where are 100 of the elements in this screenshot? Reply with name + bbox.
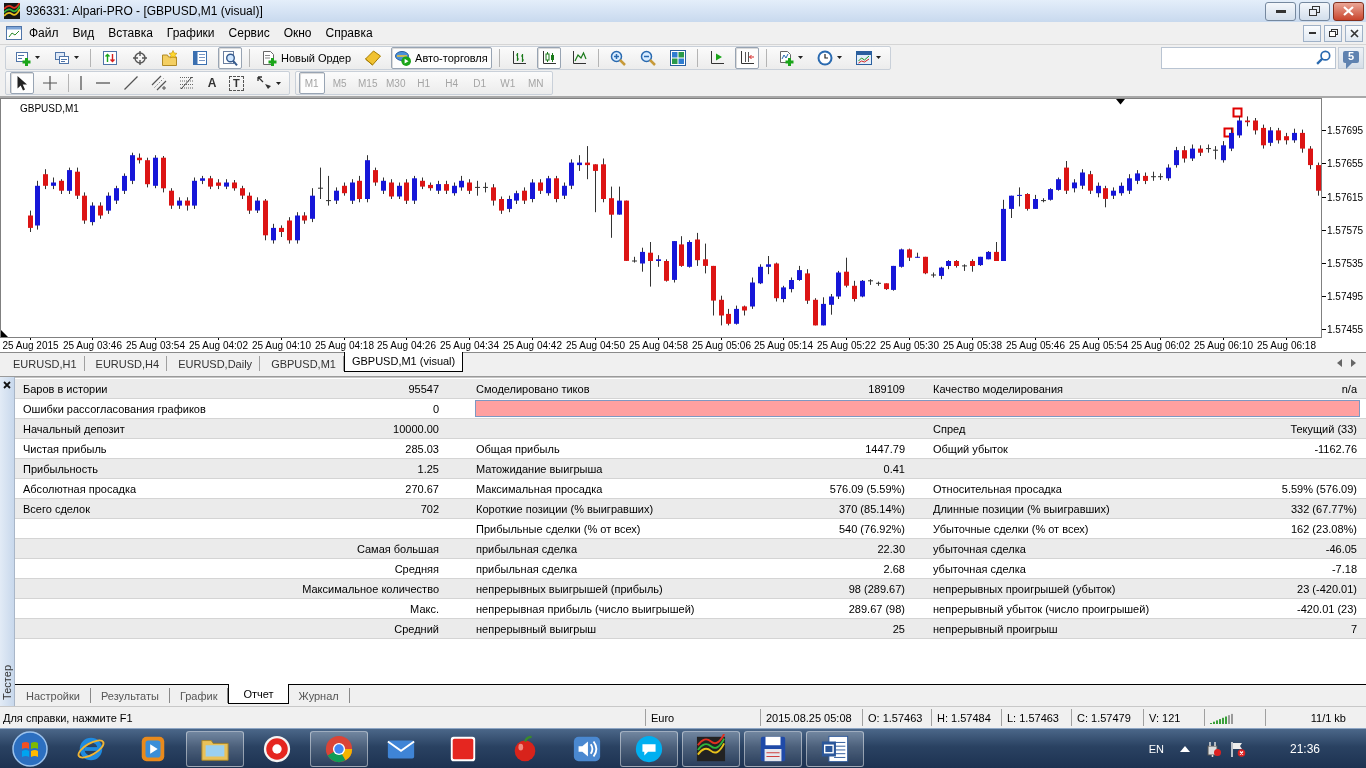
candle-wick <box>45 168 46 190</box>
taskbar-app-button[interactable] <box>682 730 740 767</box>
menu-item[interactable]: Файл <box>22 24 66 42</box>
taskbar-app-button[interactable] <box>186 730 244 767</box>
close-button[interactable] <box>1333 1 1364 21</box>
stat-label: Убыточные сделки (% от всех) <box>933 522 1089 535</box>
toolbar-button[interactable] <box>10 72 34 94</box>
candle-body <box>1300 132 1305 149</box>
chart-tab[interactable]: EURUSD,H4 <box>84 356 168 371</box>
candle-body <box>530 182 535 199</box>
axis-arrow-icon <box>738 49 755 66</box>
candle-wick <box>359 175 360 203</box>
status-price: H: 1.57484 <box>937 711 991 724</box>
close-button[interactable] <box>1345 24 1363 42</box>
scroll-left-icon <box>1337 359 1342 367</box>
caret-icon <box>836 56 842 59</box>
candle-body <box>357 180 362 199</box>
menu-item[interactable]: Вид <box>65 24 102 42</box>
toolbar-button[interactable]: Новый Ордер <box>257 46 356 69</box>
stat-caption: Средний <box>394 622 439 635</box>
taskbar-app-button[interactable] <box>310 730 368 767</box>
toolbar-button[interactable] <box>734 46 759 69</box>
stat-value: 10000.00 <box>393 422 439 435</box>
taskbar-app-button[interactable] <box>620 730 678 767</box>
menu-item[interactable]: Справка <box>318 24 380 42</box>
menu-item[interactable]: Окно <box>276 24 319 42</box>
up-arrow-icon[interactable] <box>1179 745 1190 752</box>
candle-wick <box>634 256 635 264</box>
price-axis-label: 1.57455 <box>1327 324 1364 335</box>
candle-body <box>342 185 347 194</box>
candle-wick <box>477 180 478 197</box>
play-badge-icon <box>395 49 412 66</box>
candle-body <box>679 244 684 266</box>
stacked-windows-icon <box>54 49 70 66</box>
restore-button[interactable] <box>1299 1 1330 21</box>
minimize-button[interactable] <box>1303 24 1321 42</box>
candle-body <box>554 178 559 199</box>
tile-windows-icon <box>669 49 686 66</box>
price-axis-label: 1.57615 <box>1327 192 1364 203</box>
candle-body <box>860 280 865 297</box>
time-axis-label: 25 Aug 04:26 <box>377 340 436 351</box>
time-axis-label: 25 Aug 05:46 <box>1006 340 1065 351</box>
menu-item[interactable]: Сервис <box>221 24 277 42</box>
chart-tab[interactable]: EURUSD,Daily <box>167 356 261 371</box>
candle-body <box>1009 195 1014 209</box>
close-icon <box>3 381 11 389</box>
stat-label: непрерывный проигрыш <box>933 622 1058 635</box>
caret-icon <box>875 56 881 59</box>
tester-tab[interactable]: Результаты <box>90 688 170 703</box>
menu-item[interactable]: Графики <box>159 24 222 42</box>
chart-tab[interactable]: EURUSD,H1 <box>2 356 85 371</box>
vertical-line-icon <box>79 75 83 91</box>
search-field[interactable] <box>1161 46 1336 69</box>
candle-body <box>153 157 158 186</box>
candle-body <box>192 180 197 206</box>
candle-body <box>813 299 818 326</box>
taskbar-app-button[interactable] <box>806 730 864 767</box>
menu-item[interactable]: Вставка <box>101 24 160 42</box>
stat-caption: Самая большая <box>356 542 439 555</box>
candle-body <box>640 251 645 264</box>
candle-wick <box>1310 145 1311 170</box>
restore-button[interactable] <box>1324 24 1342 42</box>
candle-body <box>609 198 614 215</box>
tester-tab[interactable]: Отчет <box>228 684 289 704</box>
language-indicator[interactable]: EN <box>1148 742 1164 755</box>
time-axis-label: 25 Aug 04:10 <box>252 340 311 351</box>
tester-tab[interactable]: Настройки <box>16 688 91 703</box>
chart-tab[interactable]: GBPUSD,M1 (visual) <box>343 352 464 372</box>
stat-value: Текущий (33) <box>1290 422 1357 435</box>
stat-value: 576.09 (5.59%) <box>829 482 905 495</box>
candle-body <box>28 215 33 228</box>
candle-wick <box>1066 160 1067 195</box>
stat-label: непрерывный убыток (число проигрышей) <box>933 602 1150 615</box>
window-plus-icon <box>15 49 31 66</box>
stat-value: 25 <box>892 622 905 635</box>
candle-body <box>844 271 849 286</box>
candle-wick <box>611 186 612 239</box>
tester-tab[interactable]: Журнал <box>288 688 350 703</box>
stat-value: n/a <box>1341 382 1357 395</box>
toolbar-button[interactable]: Авто-торговля <box>391 46 492 69</box>
notifications-button[interactable]: 5 <box>1338 46 1364 69</box>
candle-body <box>1268 130 1273 143</box>
candle-body <box>1080 172 1085 186</box>
stat-label: Ошибки рассогласования графиков <box>23 402 206 415</box>
text-label-tool-button[interactable]: T <box>225 72 248 94</box>
taskbar-app-button[interactable] <box>744 730 802 767</box>
candle-body <box>546 178 551 194</box>
restore-icon <box>1309 6 1320 16</box>
text-tool-button[interactable]: A <box>203 72 221 94</box>
stat-label: непрерывных выигрышей (прибыль) <box>476 582 663 595</box>
minimize-button[interactable] <box>1265 1 1296 21</box>
toolbar-button[interactable] <box>536 46 561 69</box>
candle-body <box>145 160 150 185</box>
stat-value: 0.41 <box>883 462 905 475</box>
clock-icon <box>816 49 833 66</box>
candle-wick <box>846 257 847 288</box>
candle-wick <box>391 178 392 200</box>
toolbar-button[interactable] <box>218 46 242 69</box>
chart-tab[interactable]: GBPUSD,M1 <box>260 356 344 371</box>
chart-window-icon <box>855 49 872 66</box>
